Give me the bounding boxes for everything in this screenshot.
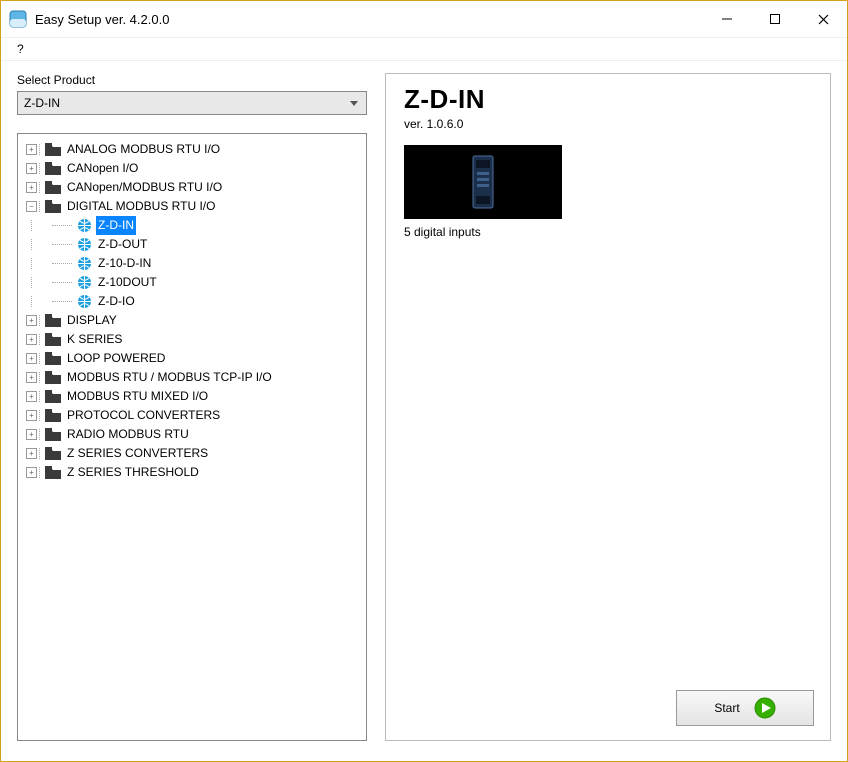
left-column: Select Product Z-D-IN + ANALOG MODBUS RT… — [17, 73, 367, 741]
globe-icon — [77, 256, 92, 271]
window-title: Easy Setup ver. 4.2.0.0 — [35, 12, 703, 27]
tree-folder-display[interactable]: + DISPLAY — [22, 311, 362, 330]
folder-icon — [45, 390, 61, 403]
folder-icon — [45, 428, 61, 441]
expand-icon[interactable]: + — [26, 429, 37, 440]
tree-label: Z-10-D-IN — [96, 254, 153, 273]
tree-label: PROTOCOL CONVERTERS — [65, 406, 222, 425]
tree-folder-digital[interactable]: − DIGITAL MODBUS RTU I/O — [22, 197, 362, 216]
tree-folder-analog[interactable]: + ANALOG MODBUS RTU I/O — [22, 140, 362, 159]
expand-icon[interactable]: + — [26, 410, 37, 421]
minimize-button[interactable] — [703, 1, 751, 37]
detail-version: ver. 1.0.6.0 — [404, 117, 814, 131]
tree-folder-proto[interactable]: + PROTOCOL CONVERTERS — [22, 406, 362, 425]
start-button[interactable]: Start — [676, 690, 814, 726]
tree-item-z10dout[interactable]: Z-10DOUT — [22, 273, 362, 292]
folder-icon — [45, 314, 61, 327]
globe-icon — [77, 275, 92, 290]
tree-folder-modmixed[interactable]: + MODBUS RTU MIXED I/O — [22, 387, 362, 406]
tree-label: Z-D-OUT — [96, 235, 149, 254]
expand-icon[interactable]: + — [26, 372, 37, 383]
tree-folder-canmod[interactable]: + CANopen/MODBUS RTU I/O — [22, 178, 362, 197]
folder-icon — [45, 162, 61, 175]
tree-label: Z-10DOUT — [96, 273, 159, 292]
tree-label: ANALOG MODBUS RTU I/O — [65, 140, 222, 159]
play-icon — [754, 697, 776, 719]
tree-label: RADIO MODBUS RTU — [65, 425, 191, 444]
folder-icon — [45, 181, 61, 194]
folder-icon — [45, 409, 61, 422]
tree-label: MODBUS RTU MIXED I/O — [65, 387, 210, 406]
tree-item-zdin[interactable]: Z-D-IN — [22, 216, 362, 235]
tree-folder-radio[interactable]: + RADIO MODBUS RTU — [22, 425, 362, 444]
maximize-button[interactable] — [751, 1, 799, 37]
tree-item-z10din[interactable]: Z-10-D-IN — [22, 254, 362, 273]
folder-icon — [45, 143, 61, 156]
collapse-icon[interactable]: − — [26, 201, 37, 212]
tree-label: Z-D-IO — [96, 292, 137, 311]
tree-label: Z SERIES CONVERTERS — [65, 444, 210, 463]
folder-icon — [45, 371, 61, 384]
app-window: Easy Setup ver. 4.2.0.0 ? Select Product… — [0, 0, 848, 762]
tree-label: DIGITAL MODBUS RTU I/O — [65, 197, 217, 216]
expand-icon[interactable]: + — [26, 353, 37, 364]
detail-description: 5 digital inputs — [404, 225, 814, 239]
detail-panel: Z-D-IN ver. 1.0.6.0 5 digital inputs Sta… — [385, 73, 831, 741]
globe-icon — [77, 237, 92, 252]
module-icon — [467, 154, 499, 210]
tree-folder-zconv[interactable]: + Z SERIES CONVERTERS — [22, 444, 362, 463]
folder-icon — [45, 200, 61, 213]
folder-icon — [45, 466, 61, 479]
expand-icon[interactable]: + — [26, 315, 37, 326]
tree-label: DISPLAY — [65, 311, 119, 330]
window-controls — [703, 1, 847, 37]
start-row: Start — [404, 690, 814, 726]
product-select[interactable]: Z-D-IN — [17, 91, 367, 115]
expand-icon[interactable]: + — [26, 391, 37, 402]
start-label: Start — [714, 701, 739, 715]
tree-label: LOOP POWERED — [65, 349, 167, 368]
titlebar: Easy Setup ver. 4.2.0.0 — [1, 1, 847, 37]
tree-label: Z SERIES THRESHOLD — [65, 463, 201, 482]
tree-label: CANopen/MODBUS RTU I/O — [65, 178, 224, 197]
globe-icon — [77, 218, 92, 233]
tree-folder-kseries[interactable]: + K SERIES — [22, 330, 362, 349]
tree-folder-loop[interactable]: + LOOP POWERED — [22, 349, 362, 368]
product-select-value: Z-D-IN — [24, 96, 60, 110]
expand-icon[interactable]: + — [26, 467, 37, 478]
close-button[interactable] — [799, 1, 847, 37]
tree-item-zdio[interactable]: Z-D-IO — [22, 292, 362, 311]
folder-icon — [45, 447, 61, 460]
tree-folder-canopen[interactable]: + CANopen I/O — [22, 159, 362, 178]
expand-icon[interactable]: + — [26, 182, 37, 193]
select-product-label: Select Product — [17, 73, 367, 87]
tree-label: Z-D-IN — [96, 216, 136, 235]
folder-icon — [45, 352, 61, 365]
app-icon — [9, 10, 27, 28]
tree-label: K SERIES — [65, 330, 124, 349]
product-tree[interactable]: + ANALOG MODBUS RTU I/O + CANopen I/O + … — [17, 133, 367, 741]
tree-item-zdout[interactable]: Z-D-OUT — [22, 235, 362, 254]
menubar: ? — [1, 37, 847, 61]
tree-folder-zthresh[interactable]: + Z SERIES THRESHOLD — [22, 463, 362, 482]
product-image — [404, 145, 562, 219]
expand-icon[interactable]: + — [26, 163, 37, 174]
expand-icon[interactable]: + — [26, 144, 37, 155]
tree-label: CANopen I/O — [65, 159, 140, 178]
help-menu[interactable]: ? — [9, 40, 32, 58]
content-area: Select Product Z-D-IN + ANALOG MODBUS RT… — [1, 61, 847, 761]
globe-icon — [77, 294, 92, 309]
expand-icon[interactable]: + — [26, 448, 37, 459]
folder-icon — [45, 333, 61, 346]
tree-label: MODBUS RTU / MODBUS TCP-IP I/O — [65, 368, 274, 387]
expand-icon[interactable]: + — [26, 334, 37, 345]
detail-title: Z-D-IN — [404, 84, 814, 115]
tree-folder-modrtu[interactable]: + MODBUS RTU / MODBUS TCP-IP I/O — [22, 368, 362, 387]
